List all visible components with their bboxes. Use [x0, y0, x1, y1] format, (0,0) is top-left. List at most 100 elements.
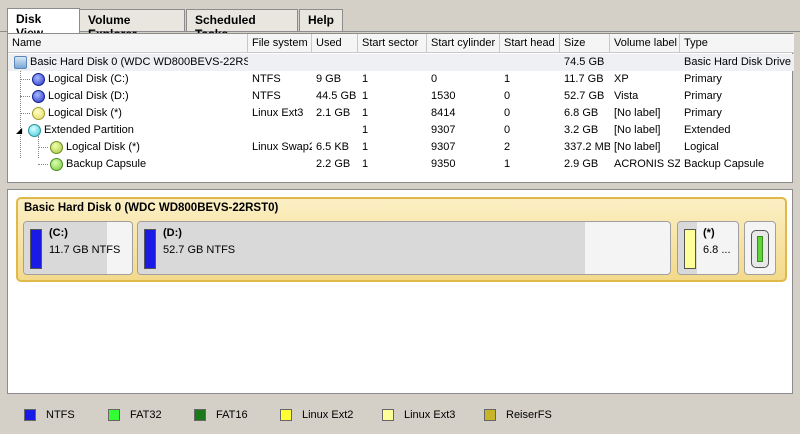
row-name: Backup Capsule: [66, 158, 147, 170]
pane-splitter[interactable]: [0, 184, 800, 188]
legend-label: FAT32: [130, 409, 162, 421]
legend-swatch: [484, 409, 496, 421]
capsule-core: [757, 236, 763, 262]
partition-block-c[interactable]: (C:) 11.7 GB NTFS: [23, 221, 133, 275]
tab-bar: Disk View Volume Explorer Scheduled Task…: [0, 8, 800, 41]
row-size: 337.2 MB: [564, 141, 610, 153]
legend-swatch: [194, 409, 206, 421]
row-start-cylinder: 9350: [431, 158, 456, 170]
table-row[interactable]: Backup Capsule 2.2 GB 1 9350 1 2.9 GB AC…: [8, 156, 794, 173]
row-volume-label: [No label]: [614, 124, 661, 136]
row-start-cylinder: 9307: [431, 124, 456, 136]
row-file-system: Linux Ext3: [252, 107, 304, 119]
legend-swatch: [24, 409, 36, 421]
row-start-sector: 1: [362, 124, 369, 136]
row-size: 3.2 GB: [564, 124, 599, 136]
row-size: 52.7 GB: [564, 90, 605, 102]
partition-label: (C:): [49, 227, 68, 239]
row-used: 2.2 GB: [316, 158, 351, 170]
table-row[interactable]: Basic Hard Disk 0 (WDC WD800BEVS-22RST0)…: [8, 54, 794, 71]
extended-partition-icon: [28, 124, 41, 137]
column-header-start-cylinder[interactable]: Start cylinder: [427, 34, 500, 53]
tab-disk-view[interactable]: Disk View: [7, 8, 80, 40]
row-used: [312, 54, 358, 71]
row-start-sector: 1: [362, 107, 369, 119]
backup-capsule-icon: [751, 230, 769, 268]
row-start-sector: [358, 54, 427, 71]
row-file-system: [248, 156, 312, 173]
column-header-type[interactable]: Type: [680, 34, 794, 53]
tab-help[interactable]: Help: [299, 9, 343, 31]
partition-block-d[interactable]: (D:) 52.7 GB NTFS: [137, 221, 671, 275]
table-row[interactable]: Logical Disk (*) Linux Ext3 2.1 GB 1 841…: [8, 105, 794, 122]
row-start-cylinder: 0: [431, 73, 438, 85]
row-volume-label: ACRONIS SZ: [614, 158, 680, 170]
legend-item: NTFS: [24, 409, 75, 421]
row-start-sector: 1: [362, 73, 369, 85]
row-volume-label: XP: [614, 73, 629, 85]
row-type: Logical: [684, 141, 719, 153]
row-start-head: 0: [504, 107, 511, 119]
table-row[interactable]: ◢ Extended Partition 1 9307 0 3.2 GB [No…: [8, 122, 794, 139]
partition-info: 52.7 GB NTFS: [163, 244, 236, 256]
row-start-head: 0: [504, 90, 511, 102]
row-size: 74.5 GB: [564, 56, 605, 68]
legend-swatch: [108, 409, 120, 421]
table-row[interactable]: Logical Disk (*) Linux Swap2 6.5 KB 1 93…: [8, 139, 794, 156]
row-start-cylinder: 8414: [431, 107, 456, 119]
table-row[interactable]: Logical Disk (C:) NTFS 9 GB 1 0 1 11.7 G…: [8, 71, 794, 88]
legend-swatch: [382, 409, 394, 421]
row-type: Primary: [684, 73, 722, 85]
row-start-head: 2: [504, 141, 511, 153]
tab-scheduled-tasks[interactable]: Scheduled Tasks: [186, 9, 298, 41]
row-file-system: NTFS: [252, 73, 281, 85]
legend-swatch: [280, 409, 292, 421]
partition-color-bar: [144, 229, 156, 269]
collapse-triangle-icon[interactable]: ◢: [16, 122, 25, 139]
ntfs-partition-icon: [32, 90, 45, 103]
hard-disk-icon: [14, 56, 27, 69]
disk-map-basic-disk-0[interactable]: Basic Hard Disk 0 (WDC WD800BEVS-22RST0)…: [16, 197, 787, 282]
legend-item: Linux Ext3: [382, 409, 455, 421]
row-file-system: [248, 54, 312, 71]
partition-info: 6.8 ...: [703, 244, 731, 256]
ntfs-partition-icon: [32, 73, 45, 86]
row-file-system: [248, 122, 312, 139]
ext3-partition-icon: [32, 107, 45, 120]
row-type: Backup Capsule: [684, 158, 765, 170]
row-file-system: NTFS: [252, 90, 281, 102]
column-header-used[interactable]: Used: [312, 34, 358, 53]
table-row[interactable]: Logical Disk (D:) NTFS 44.5 GB 1 1530 0 …: [8, 88, 794, 105]
column-header-file-system[interactable]: File system: [248, 34, 312, 53]
column-header-size[interactable]: Size: [560, 34, 610, 53]
row-type: Primary: [684, 107, 722, 119]
column-header-volume-label[interactable]: Volume label: [610, 34, 680, 53]
partition-color-bar: [684, 229, 696, 269]
row-start-cylinder: [427, 54, 500, 71]
tab-volume-explorer[interactable]: Volume Explorer: [79, 9, 185, 41]
partition-table: Name File system Used Start sector Start…: [7, 33, 794, 183]
row-used: 44.5 GB: [316, 90, 357, 102]
legend-item: FAT16: [194, 409, 248, 421]
row-used: [312, 122, 358, 139]
backup-capsule-icon: [50, 158, 63, 171]
legend-label: NTFS: [46, 409, 75, 421]
legend-label: FAT16: [216, 409, 248, 421]
table-header: Name File system Used Start sector Start…: [8, 34, 794, 53]
legend-label: ReiserFS: [506, 409, 552, 421]
row-start-head: 1: [504, 73, 511, 85]
row-start-cylinder: 9307: [431, 141, 456, 153]
partition-info: 11.7 GB NTFS: [49, 244, 121, 256]
column-header-name[interactable]: Name: [8, 34, 248, 53]
partition-label: (*): [703, 227, 715, 239]
partition-block-ext3[interactable]: (*) 6.8 ...: [677, 221, 739, 275]
backup-capsule-block[interactable]: [744, 221, 776, 275]
row-start-sector: 1: [362, 90, 369, 102]
row-name: Logical Disk (C:): [48, 73, 129, 85]
row-file-system: Linux Swap2: [252, 141, 312, 153]
row-name: Extended Partition: [44, 124, 134, 136]
partition-color-bar: [30, 229, 42, 269]
row-used: 9 GB: [316, 73, 342, 85]
column-header-start-sector[interactable]: Start sector: [358, 34, 427, 53]
column-header-start-head[interactable]: Start head: [500, 34, 560, 53]
